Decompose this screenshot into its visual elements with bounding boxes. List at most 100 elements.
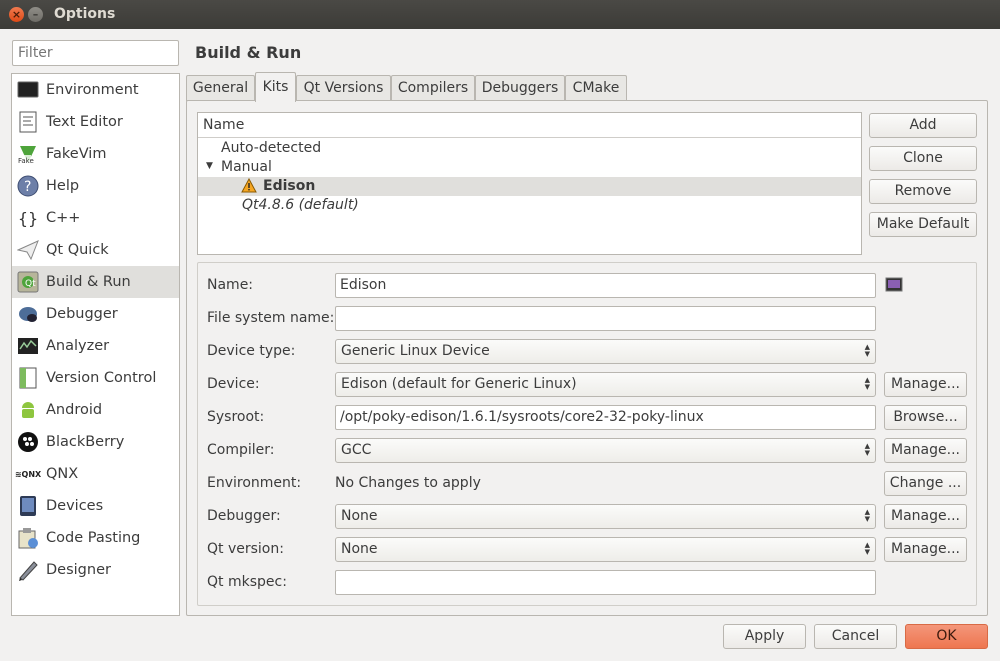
title-bar: × – Options — [0, 0, 1000, 29]
tab-debuggers[interactable]: Debuggers — [475, 75, 565, 101]
combo-arrows-icon: ▲ ▼ — [864, 376, 870, 391]
kit-group-manual[interactable]: ▼ Manual — [198, 158, 861, 177]
svg-text:?: ? — [24, 179, 31, 195]
kit-item-qt-default[interactable]: Qt4.8.6 (default) — [198, 196, 861, 215]
device-type-label: Device type: — [207, 343, 296, 359]
apply-button[interactable]: Apply — [723, 624, 806, 649]
category-build-run[interactable]: Qt Build & Run — [12, 266, 179, 298]
file-system-name-label: File system name: — [207, 310, 335, 326]
kit-item-edison[interactable]: Edison — [198, 177, 861, 196]
filter-input[interactable] — [12, 40, 179, 66]
manage-devices-button[interactable]: Manage... — [884, 372, 967, 397]
category-qnx[interactable]: ≋QNX QNX — [12, 458, 179, 490]
tab-compilers[interactable]: Compilers — [391, 75, 475, 101]
clone-kit-button[interactable]: Clone — [869, 146, 977, 171]
kit-group-auto-detected[interactable]: Auto-detected — [198, 139, 861, 158]
cancel-button[interactable]: Cancel — [814, 624, 897, 649]
close-window-button[interactable]: × — [9, 7, 24, 22]
make-default-button[interactable]: Make Default — [869, 212, 977, 237]
sysroot-label: Sysroot: — [207, 409, 265, 425]
qt-version-combo[interactable]: None ▲ ▼ — [335, 537, 876, 562]
blackberry-icon — [17, 431, 39, 453]
manage-debuggers-button[interactable]: Manage... — [884, 504, 967, 529]
cpp-braces-icon: {} — [17, 208, 39, 228]
kit-label: Qt4.8.6 (default) — [242, 197, 359, 213]
qt-version-label: Qt version: — [207, 541, 284, 557]
android-icon — [17, 399, 39, 421]
combo-arrows-icon: ▲ ▼ — [864, 442, 870, 457]
qnx-icon: ≋QNX — [14, 469, 42, 479]
remove-kit-button[interactable]: Remove — [869, 179, 977, 204]
svg-text:Qt: Qt — [25, 279, 36, 289]
compiler-combo[interactable]: GCC ▲ ▼ — [335, 438, 876, 463]
kit-name-field[interactable]: Edison — [335, 273, 876, 298]
device-value: Edison (default for Generic Linux) — [341, 376, 577, 392]
analyzer-icon — [17, 335, 39, 357]
kits-tree[interactable]: Name Auto-detected ▼ Manual Edison Qt4.8… — [197, 112, 862, 255]
compiler-value: GCC — [341, 442, 372, 458]
qt-mkspec-label: Qt mkspec: — [207, 574, 287, 590]
device-icon — [17, 495, 39, 517]
svg-text:Fake: Fake — [18, 157, 34, 165]
category-qt-quick[interactable]: Qt Quick — [12, 234, 179, 266]
manage-compilers-button[interactable]: Manage... — [884, 438, 967, 463]
qt-mkspec-field[interactable] — [335, 570, 876, 595]
bug-icon — [17, 303, 39, 325]
page-title: Build & Run — [195, 43, 302, 62]
kit-group-label: Manual — [221, 159, 272, 175]
qt-version-value: None — [341, 541, 378, 557]
debugger-combo[interactable]: None ▲ ▼ — [335, 504, 876, 529]
name-label: Name: — [207, 277, 254, 293]
debugger-value: None — [341, 508, 378, 524]
device-combo[interactable]: Edison (default for Generic Linux) ▲ ▼ — [335, 372, 876, 397]
window-title: Options — [54, 6, 116, 22]
category-text-editor[interactable]: Text Editor — [12, 106, 179, 138]
sysroot-field[interactable]: /opt/poky-edison/1.6.1/sysroots/core2-32… — [335, 405, 876, 430]
help-icon: ? — [17, 175, 39, 197]
expand-arrow-icon[interactable]: ▼ — [206, 161, 213, 171]
designer-icon — [17, 559, 39, 581]
category-environment[interactable]: Environment — [12, 74, 179, 106]
file-system-name-field[interactable] — [335, 306, 876, 331]
tab-cmake[interactable]: CMake — [565, 75, 627, 101]
combo-arrows-icon: ▲ ▼ — [864, 508, 870, 523]
version-control-icon — [17, 367, 39, 389]
category-blackberry[interactable]: BlackBerry — [12, 426, 179, 458]
category-code-pasting[interactable]: Code Pasting — [12, 522, 179, 554]
combo-arrows-icon: ▲ ▼ — [864, 343, 870, 358]
device-icon-button[interactable] — [885, 276, 903, 294]
tab-kits[interactable]: Kits — [255, 72, 296, 102]
code-pasting-icon — [17, 527, 39, 549]
browse-sysroot-button[interactable]: Browse... — [884, 405, 967, 430]
manage-qt-versions-button[interactable]: Manage... — [884, 537, 967, 562]
category-fakevim[interactable]: Fake FakeVim — [12, 138, 179, 170]
category-designer[interactable]: Designer — [12, 554, 179, 586]
text-editor-icon — [17, 111, 39, 133]
category-cpp[interactable]: {} C++ — [12, 202, 179, 234]
environment-label: Environment: — [207, 475, 302, 491]
change-environment-button[interactable]: Change ... — [884, 471, 967, 496]
monitor-icon — [17, 79, 39, 101]
category-version-control[interactable]: Version Control — [12, 362, 179, 394]
device-type-combo[interactable]: Generic Linux Device ▲ ▼ — [335, 339, 876, 364]
device-type-value: Generic Linux Device — [341, 343, 490, 359]
kits-column-header[interactable]: Name — [198, 113, 861, 138]
minimize-window-button[interactable]: – — [28, 7, 43, 22]
combo-arrows-icon: ▲ ▼ — [864, 541, 870, 556]
category-list: Environment Text Editor Fake FakeVim ? H… — [11, 73, 180, 616]
tab-general[interactable]: General — [186, 75, 255, 101]
ok-button[interactable]: OK — [905, 624, 988, 649]
category-debugger[interactable]: Debugger — [12, 298, 179, 330]
category-analyzer[interactable]: Analyzer — [12, 330, 179, 362]
add-kit-button[interactable]: Add — [869, 113, 977, 138]
paper-plane-icon — [17, 239, 39, 261]
category-android[interactable]: Android — [12, 394, 179, 426]
kit-label: Edison — [263, 178, 316, 194]
category-help[interactable]: ? Help — [12, 170, 179, 202]
category-devices[interactable]: Devices — [12, 490, 179, 522]
build-run-icon: Qt — [17, 271, 39, 293]
tab-qt-versions[interactable]: Qt Versions — [296, 75, 391, 101]
fakevim-icon: Fake — [17, 143, 39, 165]
compiler-label: Compiler: — [207, 442, 275, 458]
debugger-label: Debugger: — [207, 508, 281, 524]
